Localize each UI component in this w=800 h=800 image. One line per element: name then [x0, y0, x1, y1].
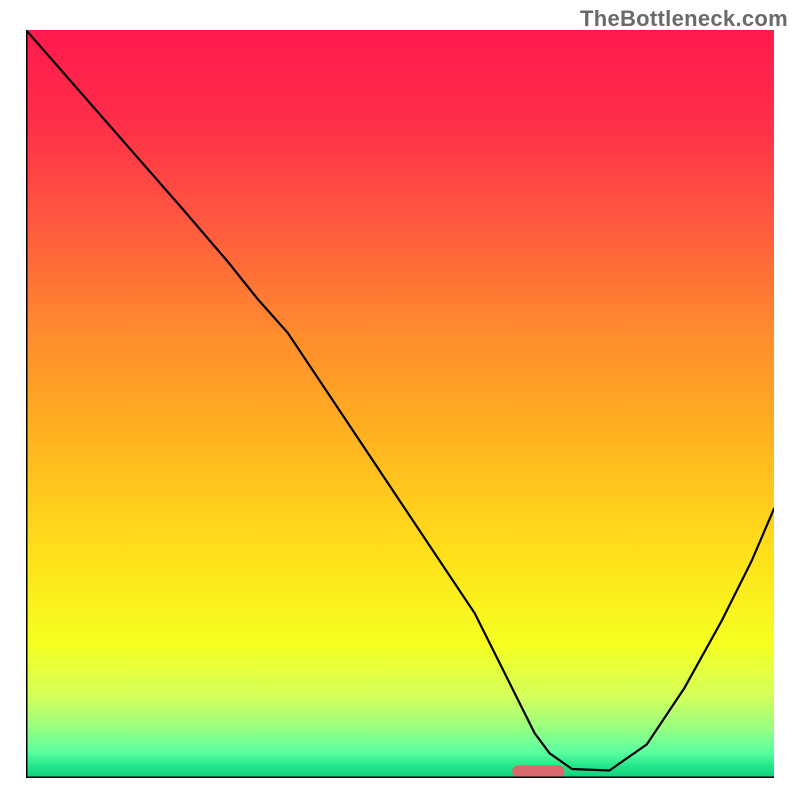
chart-container: TheBottleneck.com [0, 0, 800, 800]
watermark-text: TheBottleneck.com [580, 6, 788, 32]
chart-svg [26, 30, 774, 778]
chart-plot-area [26, 30, 774, 778]
optimal-range-marker [512, 765, 564, 777]
gradient-background [26, 30, 774, 778]
